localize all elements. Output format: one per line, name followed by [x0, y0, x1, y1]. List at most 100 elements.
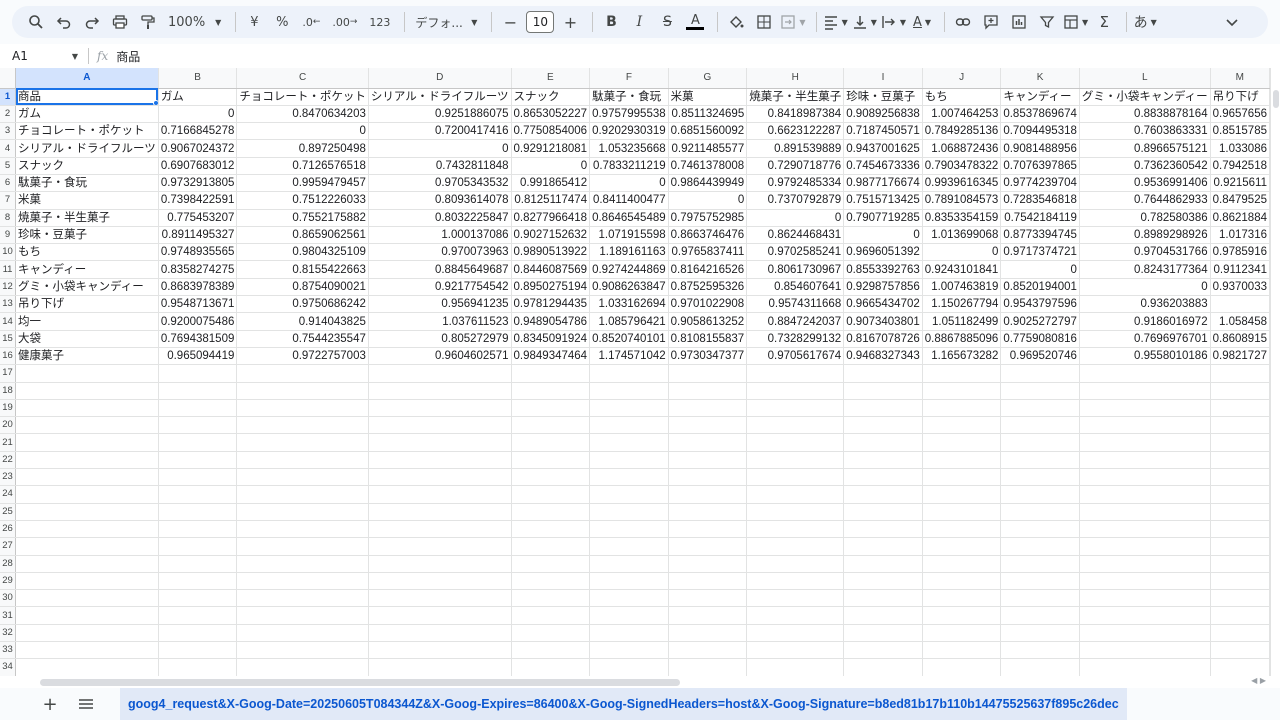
cell[interactable] [158, 589, 238, 608]
cell[interactable]: 米菓 [15, 191, 159, 210]
cell[interactable]: シリアル・ドライフルーツ [15, 139, 159, 158]
cell[interactable]: 0.936203883 [1079, 295, 1211, 314]
cell[interactable]: 0.9781294435 [511, 295, 591, 314]
cell[interactable] [843, 589, 923, 608]
cell[interactable]: 0.7362360542 [1079, 157, 1211, 175]
cell[interactable] [668, 382, 748, 400]
cell[interactable] [668, 503, 748, 521]
cell[interactable]: 1.007463819 [922, 278, 1002, 297]
cell[interactable] [922, 606, 1002, 625]
cell[interactable] [368, 364, 512, 383]
cell[interactable]: 0.8345091924 [511, 330, 591, 348]
cell[interactable]: 0.7283546818 [1000, 191, 1080, 210]
cell[interactable]: 0.8683978389 [158, 278, 238, 297]
cell[interactable] [922, 399, 1002, 418]
cell[interactable]: 0.897250498 [236, 139, 369, 158]
cell[interactable] [368, 399, 512, 418]
cell[interactable]: 0.6907683012 [158, 157, 238, 175]
cell[interactable] [668, 468, 748, 487]
cell[interactable] [1000, 572, 1080, 591]
cell[interactable]: 吊り下げ [1210, 88, 1270, 106]
cell[interactable] [589, 520, 669, 539]
cell[interactable]: 0.9717374721 [1000, 243, 1080, 262]
column-header[interactable]: F [589, 68, 669, 89]
cell[interactable]: 0.9058613252 [668, 312, 748, 331]
cell[interactable] [368, 589, 512, 608]
cell[interactable]: 0.8125117474 [511, 191, 591, 210]
text-color-button[interactable]: A [683, 10, 707, 34]
row-header[interactable]: 22 [0, 451, 17, 470]
print-button[interactable] [108, 10, 132, 34]
cell[interactable] [15, 555, 159, 573]
column-header[interactable]: B [158, 68, 238, 89]
cell[interactable]: 0.8653052227 [511, 105, 591, 124]
cell[interactable] [511, 382, 591, 400]
cell[interactable]: 0.8624468431 [746, 226, 845, 245]
horizontal-scrollbar[interactable]: ◀ ▶ [0, 676, 1280, 688]
cell[interactable] [1000, 658, 1080, 676]
cell[interactable]: 0.8663746476 [668, 226, 748, 245]
cell[interactable] [668, 416, 748, 435]
cell[interactable]: 0.9705343532 [368, 174, 512, 193]
cell[interactable]: 0.7644862933 [1079, 191, 1211, 210]
cell[interactable] [15, 382, 159, 400]
cell[interactable] [15, 537, 159, 556]
cell[interactable]: 0.8479525 [1210, 191, 1270, 210]
row-header[interactable]: 27 [0, 537, 17, 556]
currency-format-button[interactable]: ¥ [242, 10, 266, 34]
cell[interactable] [746, 537, 845, 556]
cell[interactable] [668, 572, 748, 591]
cell[interactable]: 0.991865412 [511, 174, 591, 193]
cell[interactable] [15, 503, 159, 521]
scroll-arrows[interactable]: ◀ ▶ [1251, 676, 1266, 685]
cell[interactable]: 0.8511324695 [668, 105, 748, 124]
cell[interactable]: 1.000137086 [368, 226, 512, 245]
cell[interactable]: 0.9804325109 [236, 243, 369, 262]
cell[interactable]: 0.9574311668 [746, 295, 845, 314]
cell[interactable] [589, 658, 669, 676]
cell[interactable] [589, 364, 669, 383]
cell[interactable] [158, 624, 238, 643]
cell[interactable] [511, 589, 591, 608]
cell[interactable]: 0.7290718776 [746, 157, 845, 175]
cell[interactable]: 0.9702585241 [746, 243, 845, 262]
cell[interactable]: 0.9785916 [1210, 243, 1270, 262]
cell[interactable]: 0.8989298926 [1079, 226, 1211, 245]
cell[interactable]: 0.9081488956 [1000, 139, 1080, 158]
cell[interactable]: 焼菓子・半生菓子 [15, 209, 159, 227]
cell[interactable]: 0.9089256838 [843, 105, 923, 124]
cell[interactable]: 0.8621884 [1210, 209, 1270, 227]
cell[interactable]: 1.068872436 [922, 139, 1002, 158]
increase-decimal-button[interactable]: .00 → [328, 10, 361, 34]
cell[interactable]: 0.8966575121 [1079, 139, 1211, 158]
cell[interactable] [236, 520, 369, 539]
cell[interactable]: 0.9536991406 [1079, 174, 1211, 193]
cell[interactable] [1000, 503, 1080, 521]
row-header[interactable]: 15 [0, 330, 17, 348]
cell[interactable]: 0.9704531766 [1079, 243, 1211, 262]
cell[interactable] [368, 468, 512, 487]
cell[interactable]: 0.7398422591 [158, 191, 238, 210]
italic-button[interactable]: I [627, 10, 651, 34]
cell[interactable] [922, 503, 1002, 521]
cell[interactable] [746, 451, 845, 470]
cell[interactable] [15, 468, 159, 487]
cell[interactable] [158, 399, 238, 418]
cell[interactable]: 0.8446087569 [511, 260, 591, 279]
cell[interactable]: 0.6851560092 [668, 122, 748, 141]
cell[interactable] [589, 572, 669, 591]
cell[interactable] [15, 433, 159, 452]
row-header[interactable]: 9 [0, 226, 17, 245]
cell[interactable] [589, 451, 669, 470]
cell[interactable]: 0.7544235547 [236, 330, 369, 348]
cell[interactable] [843, 555, 923, 573]
cell[interactable] [236, 451, 369, 470]
cell[interactable] [1000, 468, 1080, 487]
cell[interactable] [843, 537, 923, 556]
cell[interactable]: 0.9750686242 [236, 295, 369, 314]
merge-cells-button[interactable]: ▼ [780, 10, 806, 34]
cell[interactable] [1000, 641, 1080, 660]
cell[interactable] [589, 589, 669, 608]
cell[interactable]: ガム [15, 105, 159, 124]
cell[interactable]: 0 [589, 174, 669, 193]
